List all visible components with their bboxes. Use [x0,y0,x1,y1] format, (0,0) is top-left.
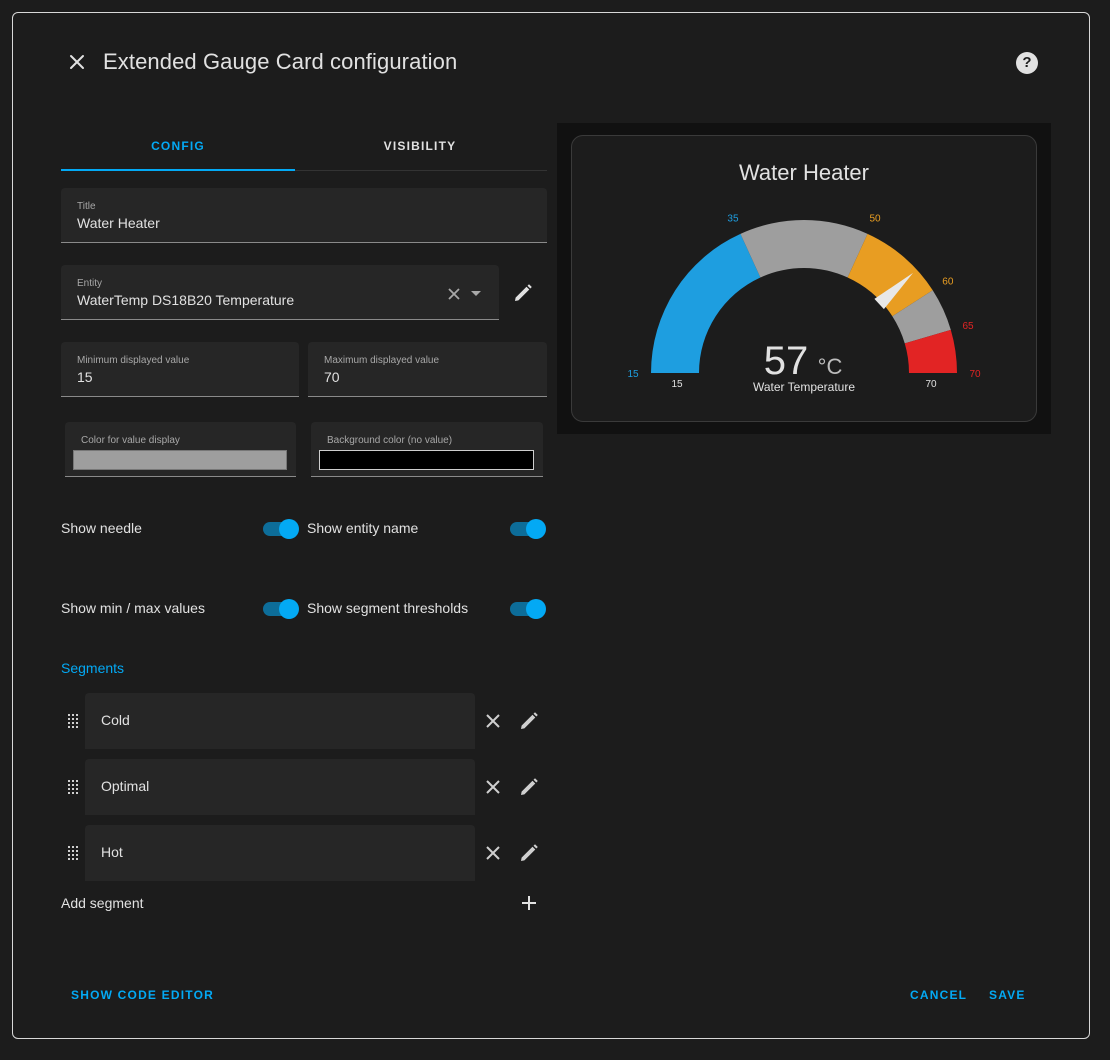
gauge-threshold-label: 15 [627,369,639,380]
pencil-icon [521,844,538,861]
chevron-down-icon[interactable] [471,291,481,296]
card-preview: Water Heater 57 °C Water Temperature 15 … [557,123,1051,434]
remove-segment-button[interactable] [481,841,505,865]
entity-field-value: WaterTemp DS18B20 Temperature [77,292,295,308]
help-button[interactable]: ? [1016,52,1038,74]
close-icon [486,780,500,794]
show-entity-name-label: Show entity name [307,520,419,536]
title-field[interactable]: Title Water Heater [61,188,547,243]
title-field-label: Title [77,201,96,212]
segment-row-cold[interactable]: Cold [85,693,475,749]
value-color-label: Color for value display [81,435,180,446]
gauge-threshold-label: 50 [869,213,881,224]
add-segment-button[interactable] [517,891,541,915]
add-segment-label: Add segment [61,895,144,911]
title-field-value: Water Heater [77,215,160,231]
edit-segment-button[interactable] [517,709,541,733]
entity-picker[interactable]: Entity WaterTemp DS18B20 Temperature [61,265,499,320]
gauge-threshold-label: 35 [727,213,739,224]
dialog-title: Extended Gauge Card configuration [103,49,458,74]
show-min-max-toggle[interactable] [263,599,299,619]
toggle-knob [279,599,299,619]
segment-row-optimal[interactable]: Optimal [85,759,475,815]
close-icon [486,714,500,728]
plus-icon [522,896,536,910]
drag-handle-icon[interactable] [67,714,79,728]
background-color-swatch[interactable] [319,450,534,470]
max-value-field[interactable]: Maximum displayed value 70 [308,342,547,397]
gauge-threshold-label: 60 [942,277,954,288]
pencil-icon [515,284,532,301]
show-segment-thresholds-label: Show segment thresholds [307,600,469,616]
close-button[interactable] [65,50,89,74]
edit-segment-button[interactable] [517,775,541,799]
max-field-label: Maximum displayed value [324,355,440,366]
toggle-knob [526,519,546,539]
remove-segment-button[interactable] [481,775,505,799]
gauge-card: Water Heater 57 °C Water Temperature 15 … [571,135,1037,422]
show-min-max-label: Show min / max values [61,600,205,616]
gauge-value: 57 [764,339,809,383]
value-color-field: Color for value display [65,422,296,477]
gauge-segment [651,233,761,373]
segment-label: Optimal [101,778,150,794]
segment-label: Hot [101,844,123,860]
cancel-button[interactable]: CANCEL [910,988,967,1002]
show-needle-toggle[interactable] [263,519,299,539]
max-field-value: 70 [324,369,340,385]
toggle-knob [279,519,299,539]
segment-label: Cold [101,712,130,728]
segment-row-hot[interactable]: Hot [85,825,475,881]
gauge-threshold-label: 65 [963,321,975,332]
background-color-field: Background color (no value) [311,422,543,477]
pencil-icon [521,778,538,795]
close-icon [70,55,84,69]
toggle-knob [526,599,546,619]
min-value-field[interactable]: Minimum displayed value 15 [61,342,299,397]
gauge-unit: °C [818,354,843,379]
pencil-icon [521,712,538,729]
gauge-threshold-label: 70 [969,369,981,380]
gauge-segment [740,220,868,278]
background-color-label: Background color (no value) [327,435,453,446]
segments-heading: Segments [61,660,125,676]
config-dialog: Extended Gauge Card configuration ? CONF… [12,12,1090,1039]
show-segment-thresholds-toggle[interactable] [510,599,546,619]
clear-icon[interactable] [447,287,461,301]
tab-config[interactable]: CONFIG [61,131,295,171]
tab-bar: CONFIG VISIBILITY [61,131,547,171]
drag-handle-icon[interactable] [67,846,79,860]
save-button[interactable]: SAVE [989,988,1026,1002]
drag-handle-icon[interactable] [67,780,79,794]
min-field-label: Minimum displayed value [77,355,190,366]
edit-entity-button[interactable] [511,281,535,305]
gauge-max-label: 70 [925,379,937,390]
gauge: 57 °C Water Temperature 15 70 15 35 50 60 65… [627,213,981,394]
help-icon: ? [1022,54,1032,71]
remove-segment-button[interactable] [481,709,505,733]
close-icon [486,846,500,860]
show-entity-name-toggle[interactable] [510,519,546,539]
entity-field-label: Entity [77,278,103,289]
gauge-min-label: 15 [671,379,683,390]
tab-visibility[interactable]: VISIBILITY [303,131,537,171]
edit-segment-button[interactable] [517,841,541,865]
value-color-swatch[interactable] [73,450,287,470]
show-code-editor-button[interactable]: SHOW CODE EDITOR [71,988,214,1002]
show-needle-label: Show needle [61,520,142,536]
gauge-entity-name: Water Temperature [753,380,855,394]
min-field-value: 15 [77,369,93,385]
